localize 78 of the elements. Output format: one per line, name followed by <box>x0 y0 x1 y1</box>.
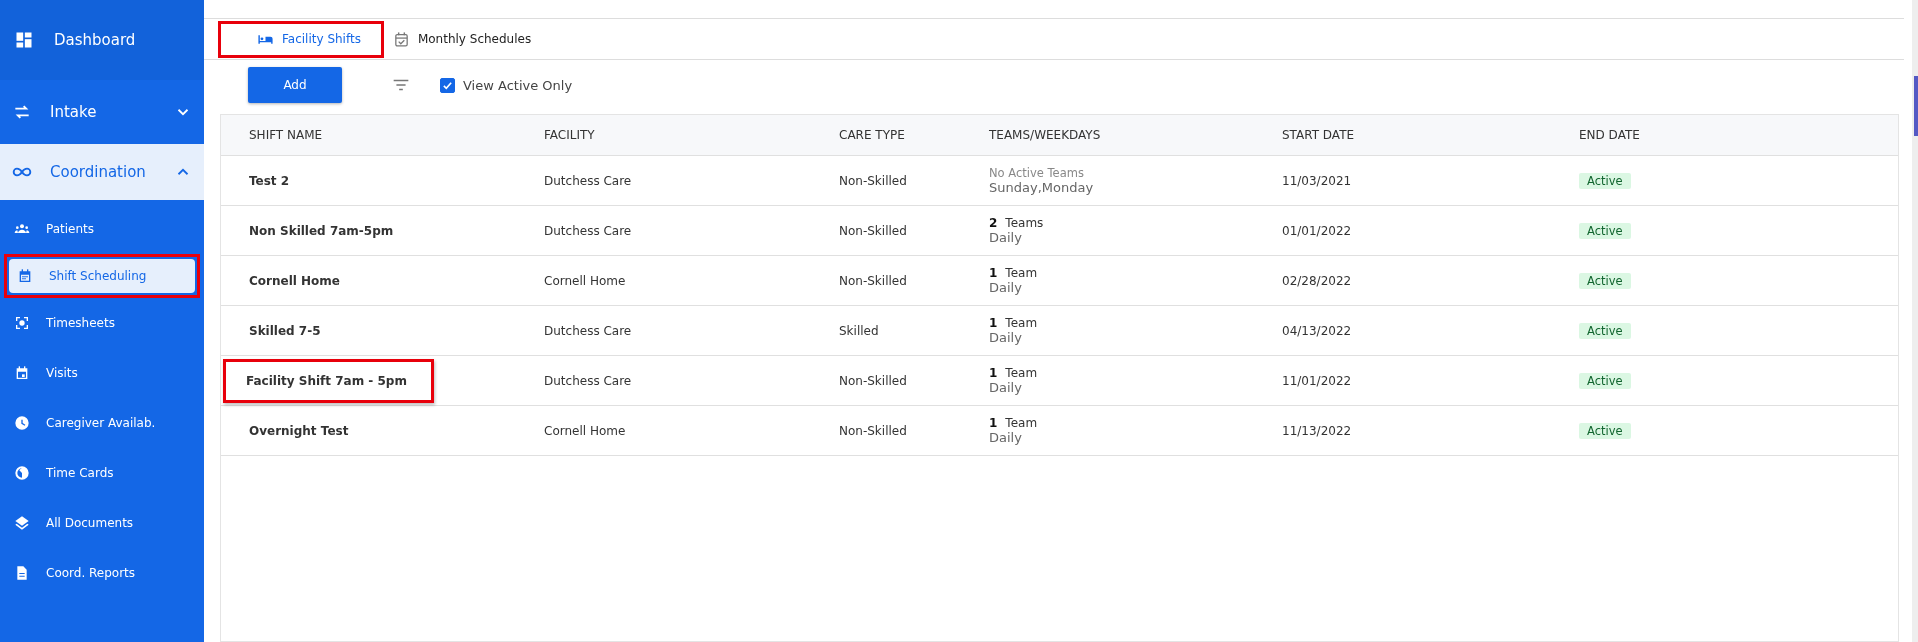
table-cell: Non-Skilled <box>839 223 907 238</box>
column-header[interactable]: START DATE <box>1282 128 1579 142</box>
timelapse-icon <box>14 465 30 481</box>
table-cell: 01/01/2022 <box>1282 223 1352 238</box>
column-header[interactable]: SHIFT NAME <box>249 128 544 142</box>
shift-name: Test 2 <box>249 172 290 190</box>
team-count: 2 <box>989 216 998 230</box>
sidebar-item[interactable]: All Documents <box>0 498 204 548</box>
table-cell: 04/13/2022 <box>1282 323 1352 338</box>
teams-label: Team <box>1005 366 1038 380</box>
team-count: 1 <box>989 416 998 430</box>
column-header[interactable]: CARE TYPE <box>839 128 989 142</box>
table-cell: Cornell Home <box>544 273 626 288</box>
table-cell: Dutchess Care <box>544 173 632 188</box>
teams-label: Team <box>1005 316 1038 330</box>
scrollbar[interactable] <box>1912 0 1918 642</box>
column-header[interactable]: END DATE <box>1579 128 1898 142</box>
focus-frame-icon <box>14 315 30 331</box>
sidebar-item[interactable]: Time Cards <box>0 448 204 498</box>
weekdays-text: Daily <box>989 280 1023 295</box>
teams-label: Teams <box>1005 216 1044 230</box>
weekdays-text: Daily <box>989 380 1023 395</box>
sidebar-item[interactable]: Shift Scheduling <box>9 259 195 293</box>
calendar-icon <box>14 365 30 381</box>
status-badge: Active <box>1579 272 1631 289</box>
status-badge: Active <box>1579 372 1631 389</box>
sidebar-item[interactable]: Visits <box>0 348 204 398</box>
weekdays-text: Daily <box>989 230 1023 245</box>
checkbox[interactable] <box>440 77 455 93</box>
table-cell: 11/13/2022 <box>1282 423 1352 438</box>
shift-name: Skilled 7-5 <box>249 322 321 340</box>
weekdays-text: Daily <box>989 430 1023 445</box>
team-count: 1 <box>989 366 998 380</box>
checkbox-label: View Active Only <box>463 77 573 93</box>
weekdays-text: Daily <box>989 330 1023 345</box>
table-cell: Non-Skilled <box>839 273 907 288</box>
status-badge: Active <box>1579 172 1631 189</box>
sidebar-item[interactable]: Intake <box>0 80 204 144</box>
table-cell: 11/03/2021 <box>1282 173 1352 188</box>
tab[interactable]: Monthly Schedules <box>390 25 552 53</box>
sidebar-item[interactable]: Caregiver Availab. <box>0 398 204 448</box>
shift-name: Overnight Test <box>249 422 349 440</box>
teams-label: Team <box>1005 266 1038 280</box>
shift-name: Non Skilled 7am-5pm <box>249 222 394 240</box>
sidebar-item[interactable]: Coordination <box>0 144 204 200</box>
sidebar-item[interactable]: Coord. Reports <box>0 548 204 598</box>
dashboard-icon <box>14 30 34 50</box>
teams-label: No Active Teams <box>989 166 1084 180</box>
sidebar-item[interactable]: Dashboard <box>0 0 204 80</box>
status-badge: Active <box>1579 422 1631 439</box>
sidebar-item[interactable]: Timesheets <box>0 298 204 348</box>
status-badge: Active <box>1579 222 1631 239</box>
layers-icon <box>14 515 30 531</box>
clock-icon <box>14 415 30 431</box>
table-cell: Cornell Home <box>544 423 626 438</box>
team-count: 1 <box>989 316 998 330</box>
teams-label: Team <box>1005 416 1038 430</box>
calendar-icon <box>17 268 33 284</box>
table-cell: Skilled <box>839 323 879 338</box>
column-header[interactable]: FACILITY <box>544 128 839 142</box>
column-header[interactable]: TEAMS/WEEKDAYS <box>989 128 1282 142</box>
sidebar-item[interactable]: Patients <box>0 204 204 254</box>
table-cell: 11/01/2022 <box>1282 373 1352 388</box>
table-cell: Dutchess Care <box>544 373 632 388</box>
table-cell: Dutchess Care <box>544 323 632 338</box>
calendar-check-icon <box>392 30 410 48</box>
shift-name: Facility Shift 7am - 5pm <box>223 358 434 403</box>
status-badge: Active <box>1579 322 1631 339</box>
table-cell: Non-Skilled <box>839 423 907 438</box>
table-cell: Non-Skilled <box>839 173 907 188</box>
team-count: 1 <box>989 266 998 280</box>
shift-name: Cornell Home <box>249 272 340 290</box>
add-button[interactable]: Add <box>248 67 342 103</box>
table-cell: Dutchess Care <box>544 223 632 238</box>
document-icon <box>14 565 30 581</box>
table-cell: Non-Skilled <box>839 373 907 388</box>
table-cell: 02/28/2022 <box>1282 273 1352 288</box>
weekdays-text: Sunday,Monday <box>989 180 1095 195</box>
